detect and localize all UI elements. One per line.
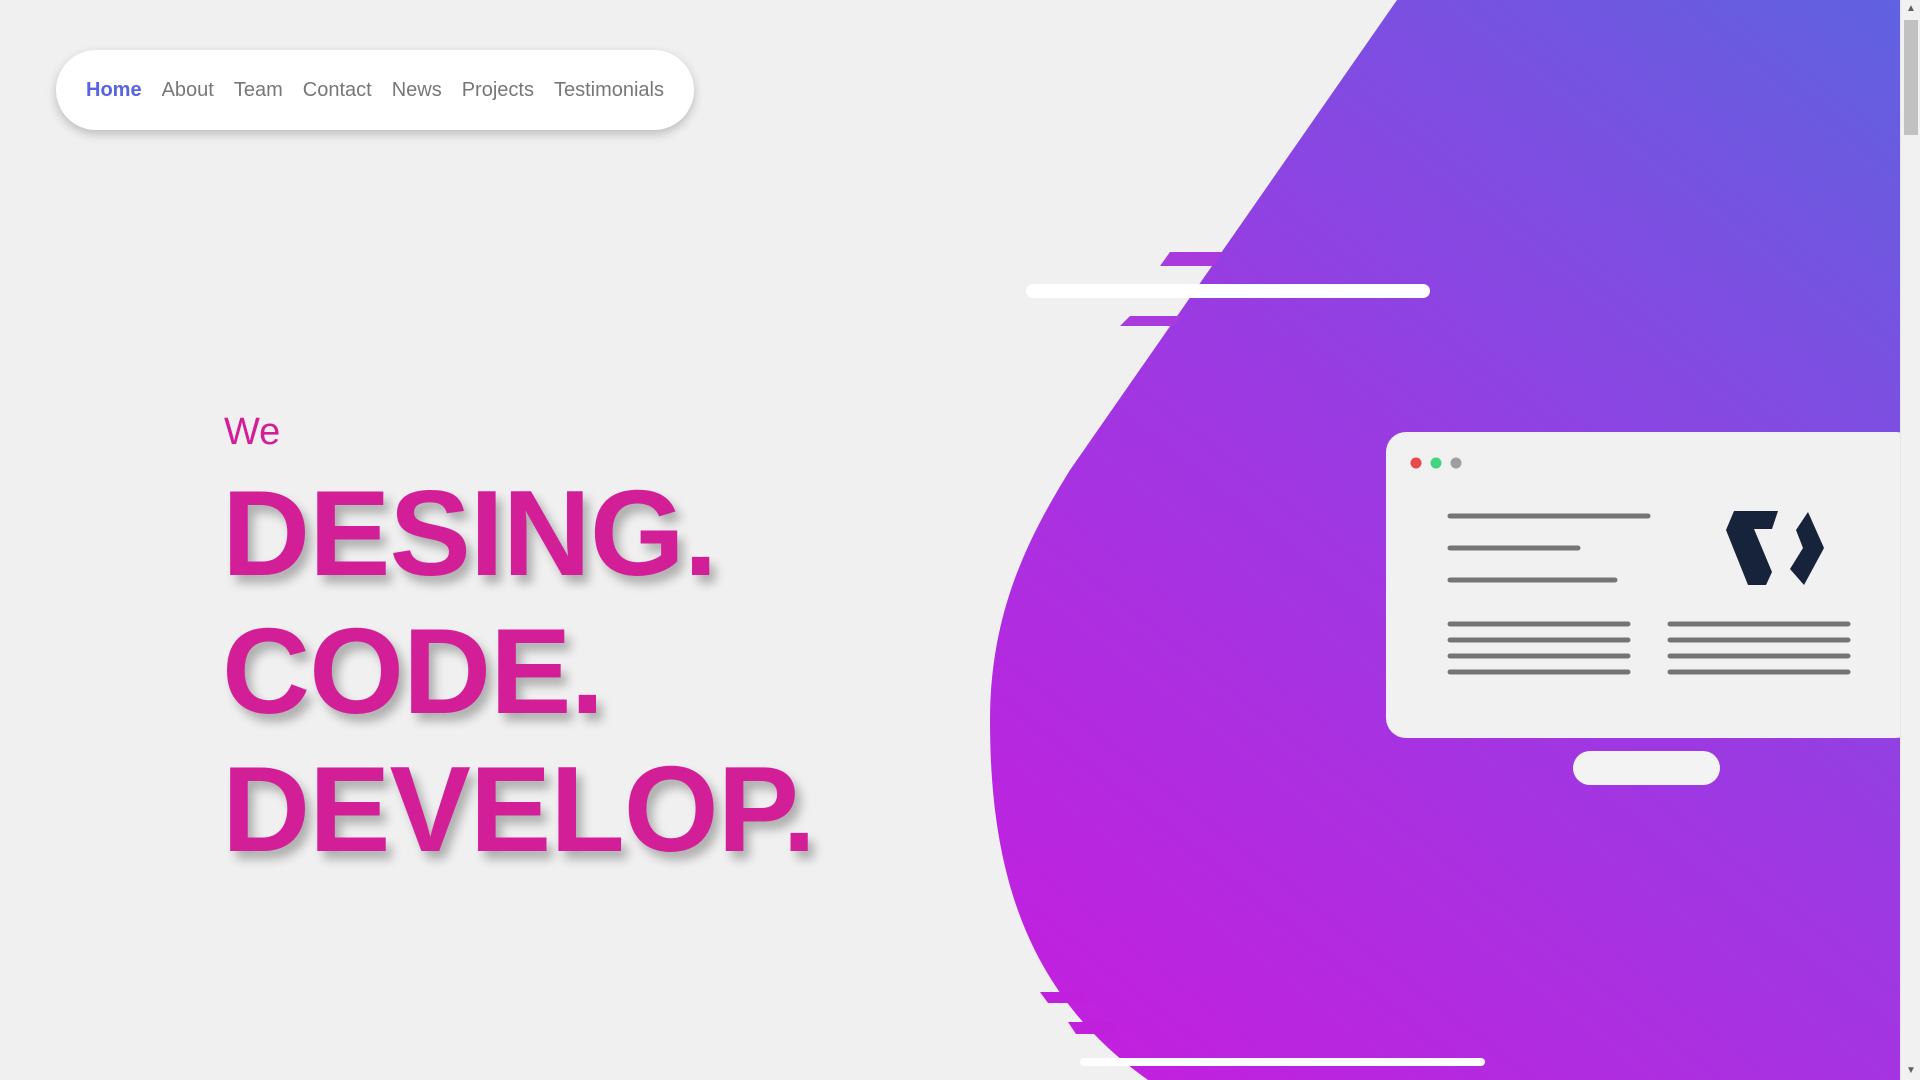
nav-link-about[interactable]: About [162,79,214,102]
vertical-scrollbar[interactable]: ▲ ▼ [1900,0,1920,1080]
hero-line-develop: DEVELOP. [222,741,816,877]
window-dot-red [1410,457,1422,469]
nav-link-testimonials[interactable]: Testimonials [554,79,664,102]
nav-link-team[interactable]: Team [234,79,283,102]
triangle-down-icon[interactable]: ▼ [1901,1062,1920,1080]
nav-link-projects[interactable]: Projects [462,79,534,102]
window-dot-green [1430,457,1442,469]
monitor-stand [1573,751,1720,785]
window-dot-gray [1450,457,1462,469]
hero-intro: We [224,411,281,453]
hero-line-code: CODE. [222,603,604,739]
nav-link-news[interactable]: News [392,79,442,102]
nav-link-contact[interactable]: Contact [303,79,372,102]
main-navigation: Home About Team Contact News Projects Te… [56,50,694,130]
scrollbar-thumb[interactable] [1904,20,1918,135]
triangle-up-icon[interactable]: ▲ [1901,0,1920,18]
browser-window-card [1386,432,1916,738]
hero-heading: We DESING. CODE. DEVELOP. [222,410,816,878]
nav-link-home[interactable]: Home [86,79,142,102]
hero-line-design: DESING. [222,465,718,601]
